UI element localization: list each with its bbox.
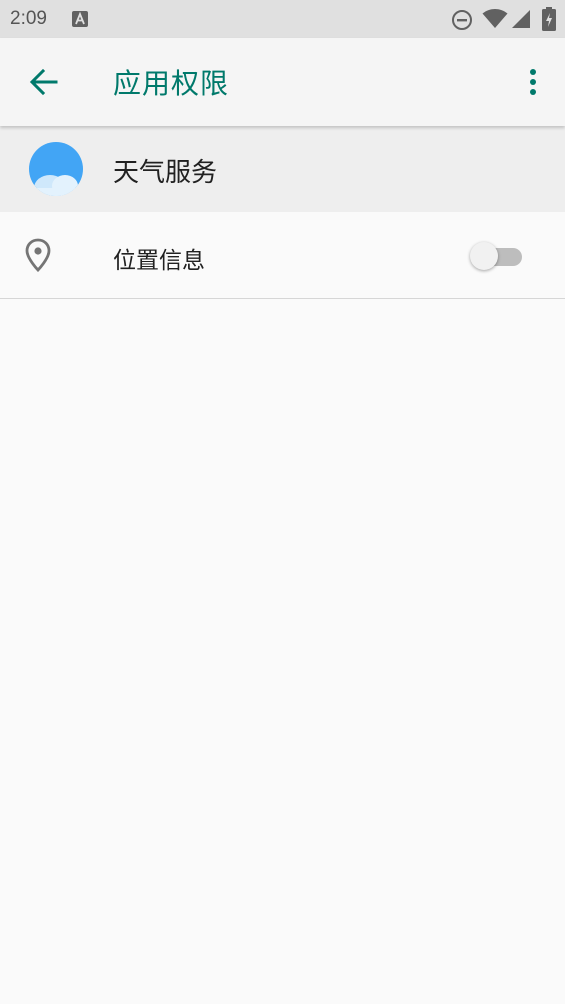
permission-row-location[interactable]: 位置信息 [0, 212, 565, 299]
weather-cloud-icon [29, 142, 83, 196]
app-header: 天气服务 [0, 126, 565, 212]
app-bar: 应用权限 [0, 38, 565, 126]
location-permission-toggle[interactable] [470, 240, 526, 272]
page-title: 应用权限 [113, 67, 230, 100]
more-vert-icon [530, 69, 536, 95]
permission-label: 位置信息 [113, 248, 205, 274]
app-name: 天气服务 [113, 158, 218, 188]
back-button[interactable] [22, 60, 66, 104]
signal-icon [512, 10, 530, 28]
status-time: 2:09 [10, 8, 47, 29]
more-options-button[interactable] [519, 60, 547, 104]
wifi-icon [482, 9, 508, 28]
do-not-disturb-icon [452, 10, 472, 30]
notification-a-icon [72, 11, 88, 27]
location-pin-icon [25, 238, 51, 272]
battery-charging-icon [542, 7, 556, 31]
toggle-thumb [470, 242, 498, 270]
arrow-back-icon [29, 68, 58, 96]
status-bar: 2:09 [0, 0, 565, 38]
